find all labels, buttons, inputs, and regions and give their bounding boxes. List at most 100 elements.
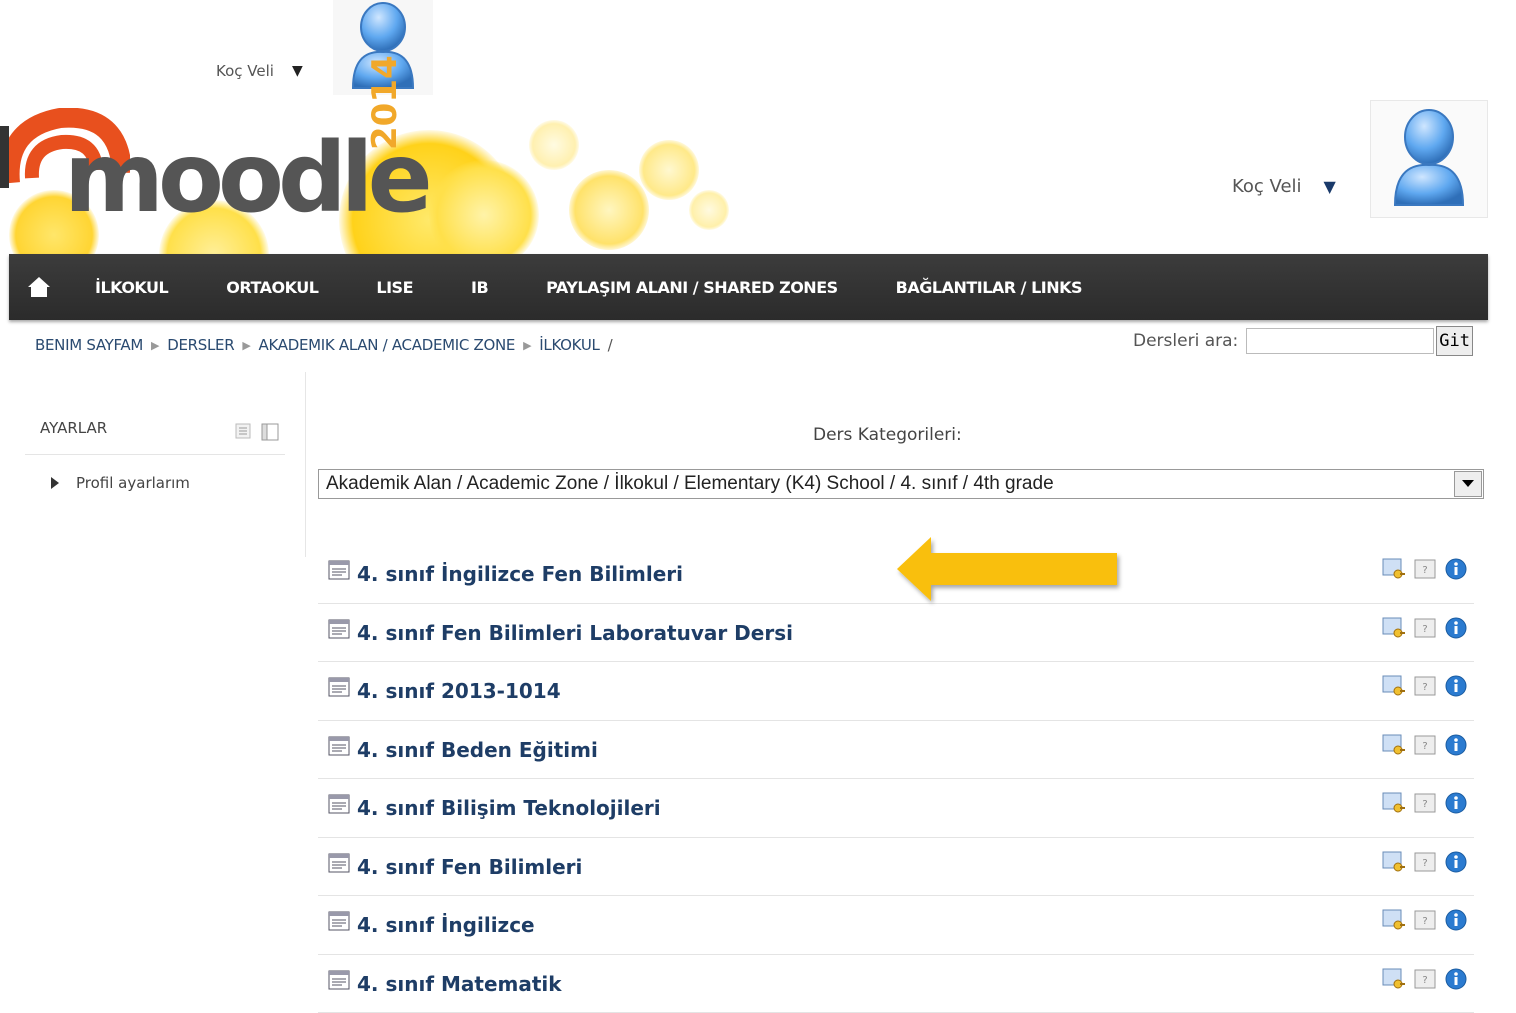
list-item: 4. sınıf Beden Eğitimi ?	[318, 721, 1474, 780]
summary-icon[interactable]: ?	[1414, 676, 1436, 696]
block-controls	[235, 423, 279, 441]
list-item: 4. sınıf Fen Bilimleri ?	[318, 838, 1474, 897]
course-tools: ?	[1382, 557, 1468, 581]
search-label: Dersleri ara:	[1133, 331, 1238, 351]
info-icon[interactable]	[1444, 733, 1468, 757]
top-user-name[interactable]: Koç Veli	[216, 62, 274, 80]
guest-access-key-icon[interactable]	[1382, 558, 1406, 580]
top-user-caret-icon[interactable]: ▼	[292, 63, 303, 79]
info-icon[interactable]	[1444, 791, 1468, 815]
course-tools: ?	[1382, 733, 1468, 757]
course-link[interactable]: 4. sınıf İngilizce Fen Bilimleri	[357, 562, 683, 586]
guest-access-key-icon[interactable]	[1382, 968, 1406, 990]
nav-item-ib[interactable]: IB	[471, 278, 488, 297]
summary-icon[interactable]: ?	[1414, 559, 1436, 579]
guest-access-key-icon[interactable]	[1382, 675, 1406, 697]
course-tools: ?	[1382, 850, 1468, 874]
svg-text:?: ?	[1422, 858, 1427, 869]
breadcrumb: BENIM SAYFAM ▶ DERSLER ▶ AKADEMIK ALAN /…	[35, 336, 612, 354]
home-button[interactable]	[9, 276, 69, 298]
header-user-caret-icon[interactable]: ▼	[1324, 177, 1336, 196]
info-icon[interactable]	[1444, 557, 1468, 581]
search-go-button[interactable]: Git	[1436, 326, 1473, 356]
info-icon[interactable]	[1444, 616, 1468, 640]
summary-icon[interactable]: ?	[1414, 852, 1436, 872]
course-link[interactable]: 4. sınıf 2013-1014	[357, 679, 561, 703]
summary-icon[interactable]: ?	[1414, 735, 1436, 755]
dock-block-icon[interactable]	[261, 423, 279, 441]
course-icon	[328, 970, 350, 990]
settings-item-label[interactable]: Profil ayarlarım	[76, 474, 190, 492]
header-avatar[interactable]	[1370, 100, 1488, 218]
breadcrumb-trailing: /	[608, 336, 613, 354]
settings-block-title: AYARLAR	[40, 419, 107, 437]
search-input[interactable]	[1246, 328, 1434, 354]
course-link[interactable]: 4. sınıf Matematik	[357, 972, 562, 996]
info-icon[interactable]	[1444, 850, 1468, 874]
svg-text:?: ?	[1422, 741, 1427, 752]
svg-text:?: ?	[1422, 916, 1427, 927]
summary-icon[interactable]: ?	[1414, 910, 1436, 930]
course-icon	[328, 736, 350, 756]
guest-access-key-icon[interactable]	[1382, 734, 1406, 756]
breadcrumb-separator-icon: ▶	[523, 339, 531, 352]
main-navbar: İLKOKUL ORTAOKUL LISE IB PAYLAŞIM ALANI …	[9, 254, 1488, 320]
course-link[interactable]: 4. sınıf Fen Bilimleri	[357, 855, 582, 879]
summary-icon[interactable]: ?	[1414, 618, 1436, 638]
course-search: Dersleri ara: Git	[1133, 326, 1473, 356]
categories-label: Ders Kategorileri:	[813, 425, 962, 445]
header-user-name[interactable]: Koç Veli	[1232, 176, 1302, 197]
dropdown-arrow-icon[interactable]	[1454, 471, 1482, 497]
course-icon	[328, 560, 350, 580]
collapse-block-icon[interactable]	[235, 423, 251, 439]
course-tools: ?	[1382, 967, 1468, 991]
guest-access-key-icon[interactable]	[1382, 617, 1406, 639]
course-link[interactable]: 4. sınıf İngilizce	[357, 913, 535, 937]
guest-access-key-icon[interactable]	[1382, 851, 1406, 873]
course-tools: ?	[1382, 908, 1468, 932]
block-divider	[305, 372, 306, 557]
list-item: 4. sınıf İngilizce ?	[318, 896, 1474, 955]
breadcrumb-item[interactable]: İLKOKUL	[539, 336, 599, 354]
guest-access-key-icon[interactable]	[1382, 909, 1406, 931]
breadcrumb-item[interactable]: AKADEMIK ALAN / ACADEMIC ZONE	[259, 336, 516, 354]
top-user-menu[interactable]: Koç Veli ▼	[216, 62, 303, 80]
user-avatar-icon	[1371, 101, 1487, 217]
breadcrumb-separator-icon: ▶	[242, 339, 250, 352]
svg-text:?: ?	[1422, 682, 1427, 693]
course-tools: ?	[1382, 616, 1468, 640]
svg-text:?: ?	[1422, 975, 1427, 986]
highlight-arrow-icon	[895, 535, 1125, 607]
nav-item-ortaokul[interactable]: ORTAOKUL	[226, 278, 318, 297]
info-icon[interactable]	[1444, 908, 1468, 932]
summary-icon[interactable]: ?	[1414, 793, 1436, 813]
home-icon	[27, 276, 51, 298]
course-icon	[328, 677, 350, 697]
svg-text:?: ?	[1422, 799, 1427, 810]
course-icon	[328, 794, 350, 814]
summary-icon[interactable]: ?	[1414, 969, 1436, 989]
list-item: 4. sınıf Fen Bilimleri Laboratuvar Dersi…	[318, 604, 1474, 663]
nav-item-links[interactable]: BAĞLANTILAR / LINKS	[896, 278, 1082, 297]
category-select[interactable]: Akademik Alan / Academic Zone / İlkokul …	[318, 469, 1484, 499]
list-item: 4. sınıf Bilişim Teknolojileri ?	[318, 779, 1474, 838]
breadcrumb-item[interactable]: BENIM SAYFAM	[35, 336, 143, 354]
course-tools: ?	[1382, 791, 1468, 815]
info-icon[interactable]	[1444, 674, 1468, 698]
settings-item-profile[interactable]: Profil ayarlarım	[50, 474, 190, 492]
nav-item-ilkokul[interactable]: İLKOKUL	[95, 278, 168, 297]
course-icon	[328, 619, 350, 639]
nav-item-shared-zones[interactable]: PAYLAŞIM ALANI / SHARED ZONES	[546, 278, 837, 297]
block-divider-line	[25, 454, 285, 455]
header-user-menu[interactable]: Koç Veli ▼	[1232, 176, 1336, 197]
info-icon[interactable]	[1444, 967, 1468, 991]
guest-access-key-icon[interactable]	[1382, 792, 1406, 814]
course-link[interactable]: 4. sınıf Fen Bilimleri Laboratuvar Dersi	[357, 621, 793, 645]
expand-triangle-icon	[50, 476, 60, 490]
course-link[interactable]: 4. sınıf Bilişim Teknolojileri	[357, 796, 661, 820]
logo-year: 2014	[365, 60, 405, 150]
breadcrumb-item[interactable]: DERSLER	[167, 336, 234, 354]
list-item: 4. sınıf Matematik ?	[318, 955, 1474, 1013]
course-link[interactable]: 4. sınıf Beden Eğitimi	[357, 738, 598, 762]
nav-item-lise[interactable]: LISE	[376, 278, 413, 297]
